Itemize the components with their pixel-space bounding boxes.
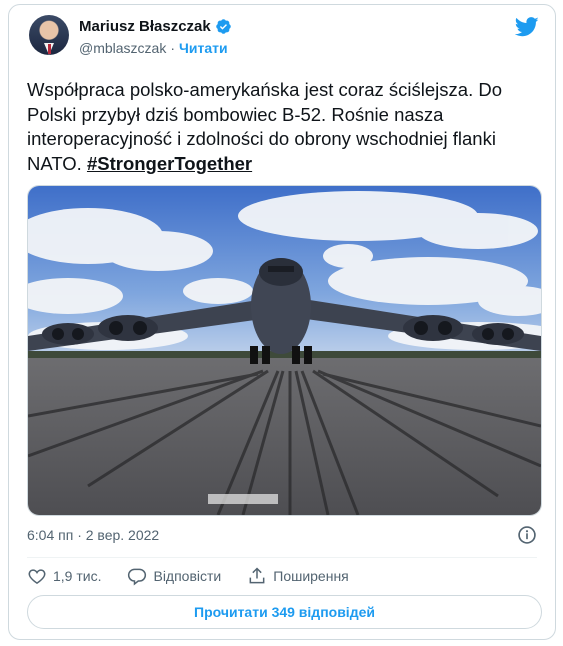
author-handle[interactable]: @mblaszczak xyxy=(79,40,166,56)
b52-photo xyxy=(28,186,541,515)
heart-icon xyxy=(28,569,46,584)
like-button[interactable]: 1,9 тис. xyxy=(27,566,101,586)
handle-row: @mblaszczak · Читати xyxy=(79,40,228,56)
follow-link[interactable]: Читати xyxy=(179,40,228,56)
reply-label: Відповісти xyxy=(153,568,222,584)
verified-badge-icon xyxy=(215,19,231,34)
like-count: 1,9 тис. xyxy=(53,568,102,584)
action-bar: 1,9 тис. Відповісти Поширення xyxy=(27,566,349,586)
tweet-image-b52[interactable] xyxy=(27,185,542,516)
author-name-row: Mariusz Błaszczak xyxy=(79,18,232,35)
separator: · xyxy=(170,40,176,56)
share-label: Поширення xyxy=(273,568,349,584)
reply-icon xyxy=(128,568,147,586)
tweet-timestamp[interactable]: 6:04 пп · 2 вер. 2022 xyxy=(27,527,159,543)
tweet-card: Mariusz Błaszczak @mblaszczak · Читати W… xyxy=(8,4,556,640)
author-name[interactable]: Mariusz Błaszczak xyxy=(79,18,211,35)
share-icon xyxy=(249,567,265,584)
avatar[interactable] xyxy=(29,15,69,55)
divider xyxy=(27,557,537,558)
info-icon[interactable] xyxy=(517,525,537,545)
hashtag-link[interactable]: #StrongerTogether xyxy=(87,153,252,174)
share-button[interactable]: Поширення xyxy=(247,566,349,586)
reply-button[interactable]: Відповісти xyxy=(127,566,221,586)
read-replies-button[interactable]: Прочитати 349 відповідей xyxy=(27,595,542,629)
twitter-bird-icon[interactable] xyxy=(515,17,539,37)
tweet-text: Współpraca polsko-amerykańska jest coraz… xyxy=(27,78,547,176)
